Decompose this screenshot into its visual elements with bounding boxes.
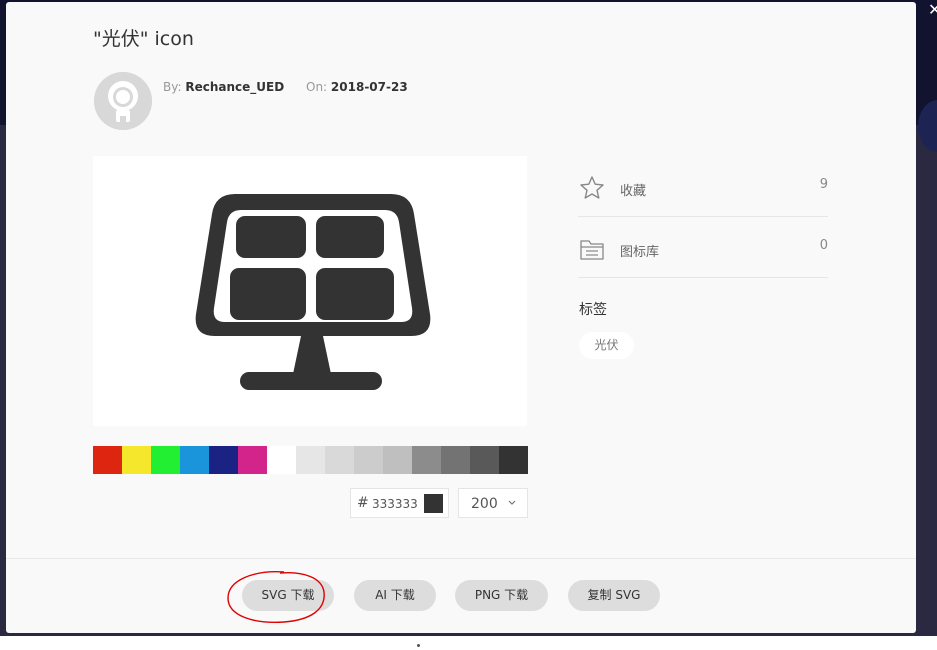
- color-swatch[interactable]: [209, 446, 238, 474]
- color-swatch[interactable]: [412, 446, 441, 474]
- color-swatch[interactable]: [93, 446, 122, 474]
- color-palette: [93, 446, 528, 474]
- color-swatch[interactable]: [383, 446, 412, 474]
- color-swatch[interactable]: [151, 446, 180, 474]
- page-bottom-strip: [0, 636, 937, 650]
- color-swatch[interactable]: [441, 446, 470, 474]
- date-meta: On: 2018-07-23: [306, 80, 408, 94]
- color-swatch[interactable]: [238, 446, 267, 474]
- author-meta: By: Rechance_UED: [163, 80, 284, 94]
- color-swatch[interactable]: [296, 446, 325, 474]
- close-icon[interactable]: ✕: [928, 0, 937, 20]
- copy-svg-button[interactable]: 复制 SVG: [568, 580, 660, 611]
- color-swatch[interactable]: [267, 446, 296, 474]
- hex-value[interactable]: 333333: [372, 497, 418, 511]
- size-value: 200: [471, 496, 498, 512]
- icon-detail-modal: "光伏" icon By: Rechance_UED On: 2018-07-2…: [6, 2, 916, 633]
- size-select[interactable]: 200: [458, 488, 528, 518]
- svg-download-button[interactable]: SVG 下载: [242, 580, 334, 611]
- star-icon[interactable]: [578, 174, 606, 202]
- library-count: 0: [819, 238, 828, 253]
- favorites-count: 9: [819, 177, 828, 192]
- library-label: 图标库: [620, 245, 660, 260]
- author-avatar-icon[interactable]: [94, 72, 152, 130]
- date-value: 2018-07-23: [330, 80, 408, 94]
- footer-divider: [6, 558, 916, 559]
- bottom-dot: [417, 644, 420, 647]
- solar-panel-icon: [195, 194, 431, 390]
- color-swatch[interactable]: [180, 446, 209, 474]
- author-label: By:: [163, 80, 182, 94]
- color-swatch[interactable]: [470, 446, 499, 474]
- chevron-down-icon: [508, 500, 516, 505]
- color-swatch[interactable]: [122, 446, 151, 474]
- date-label: On:: [306, 80, 328, 94]
- color-swatch[interactable]: [325, 446, 354, 474]
- color-chip[interactable]: [424, 494, 443, 513]
- color-swatch[interactable]: [354, 446, 383, 474]
- icon-preview: [93, 156, 527, 426]
- color-swatch[interactable]: [499, 446, 528, 474]
- author-name[interactable]: Rechance_UED: [185, 80, 284, 94]
- library-row[interactable]: 图标库 0: [578, 218, 828, 278]
- tag-pill[interactable]: 光伏: [579, 332, 634, 359]
- png-download-button[interactable]: PNG 下载: [455, 580, 548, 611]
- hash-symbol: #: [357, 495, 369, 511]
- folder-icon[interactable]: [578, 235, 606, 263]
- color-input[interactable]: # 333333: [350, 488, 449, 518]
- favorites-label: 收藏: [620, 184, 647, 199]
- tags-heading: 标签: [579, 302, 607, 318]
- icon-title: "光伏" icon: [93, 28, 194, 50]
- ai-download-button[interactable]: AI 下载: [354, 580, 436, 611]
- favorites-row[interactable]: 收藏 9: [578, 157, 828, 217]
